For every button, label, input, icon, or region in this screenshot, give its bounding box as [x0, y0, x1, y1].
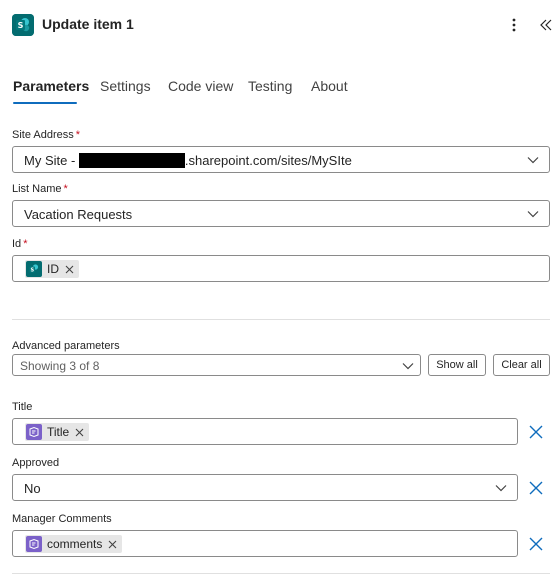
site-address-label: Site Address *: [12, 129, 81, 141]
show-all-button[interactable]: Show all: [428, 354, 486, 376]
close-icon[interactable]: [65, 265, 74, 274]
list-name-dropdown[interactable]: Vacation Requests: [12, 200, 550, 227]
sharepoint-icon: S: [26, 261, 42, 277]
chevron-down-icon: [495, 485, 507, 492]
tab-parameters[interactable]: Parameters: [13, 78, 89, 94]
active-tab-indicator: [13, 102, 77, 104]
close-icon[interactable]: [75, 428, 84, 437]
comments-token-label: comments: [47, 537, 103, 551]
chevron-down-icon: [527, 157, 539, 164]
id-token[interactable]: S ID: [25, 260, 79, 278]
approved-value: No: [24, 481, 41, 496]
tab-settings[interactable]: Settings: [100, 78, 151, 94]
site-address-suffix: .sharepoint.com/sites/MySIte: [184, 153, 352, 168]
id-input[interactable]: S ID: [12, 255, 550, 282]
bottom-divider: [12, 573, 550, 574]
action-header: S Update item 1: [0, 0, 558, 52]
clear-all-button[interactable]: Clear all: [493, 354, 550, 376]
approved-label: Approved: [12, 457, 60, 469]
remove-manager-comments-icon[interactable]: [528, 536, 544, 552]
manager-comments-input[interactable]: comments: [12, 530, 518, 557]
more-options-button[interactable]: [504, 14, 524, 36]
redacted-block: [78, 153, 185, 168]
list-name-value: Vacation Requests: [24, 207, 133, 222]
tab-testing[interactable]: Testing: [248, 78, 292, 94]
title-token[interactable]: Title: [25, 423, 90, 441]
forms-icon: [26, 536, 42, 552]
approved-dropdown[interactable]: No: [12, 474, 518, 501]
remove-title-icon[interactable]: [528, 424, 544, 440]
list-name-label: List Name *: [12, 183, 68, 195]
sharepoint-icon: S: [12, 14, 34, 36]
advanced-parameters-dropdown[interactable]: Showing 3 of 8: [12, 354, 421, 376]
tab-code-view[interactable]: Code view: [168, 78, 233, 94]
svg-text:S: S: [30, 267, 34, 273]
forms-icon: [26, 424, 42, 440]
site-address-prefix: My Site -: [24, 153, 79, 168]
close-icon[interactable]: [108, 540, 117, 549]
more-vertical-icon: [512, 18, 516, 32]
remove-approved-icon[interactable]: [528, 480, 544, 496]
advanced-parameters-label: Advanced parameters: [12, 340, 120, 352]
action-title: Update item 1: [42, 16, 134, 32]
advanced-showing-text: Showing 3 of 8: [20, 359, 100, 373]
manager-comments-label: Manager Comments: [12, 513, 112, 525]
comments-token[interactable]: comments: [25, 535, 123, 553]
title-token-label: Title: [47, 425, 70, 439]
site-address-dropdown[interactable]: My Site - .sharepoint.com/sites/MySIte: [12, 146, 550, 173]
title-label: Title: [12, 401, 33, 413]
svg-text:S: S: [18, 21, 24, 30]
site-address-value: My Site - .sharepoint.com/sites/MySIte: [24, 153, 352, 168]
id-token-label: ID: [47, 262, 59, 276]
tab-bar: Parameters Settings Code view Testing Ab…: [0, 74, 558, 108]
section-divider: [12, 319, 550, 320]
chevron-down-icon: [402, 363, 414, 370]
title-input[interactable]: Title: [12, 418, 518, 445]
collapse-panel-button[interactable]: [536, 14, 556, 36]
tab-about[interactable]: About: [311, 78, 348, 94]
chevron-down-icon: [527, 211, 539, 218]
double-chevron-left-icon: [540, 19, 552, 31]
id-label: Id *: [12, 238, 28, 250]
